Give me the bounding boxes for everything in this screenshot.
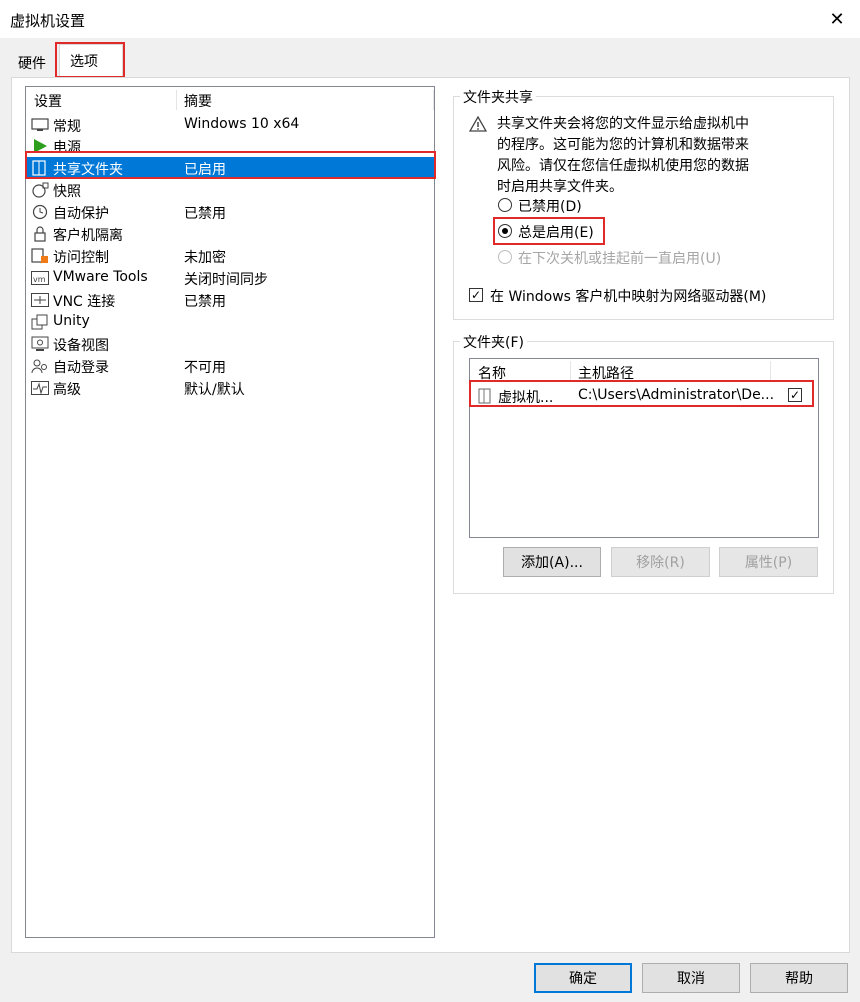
window-title: 虚拟机设置 — [10, 12, 86, 30]
advanced-icon — [31, 380, 49, 396]
lock-icon — [31, 226, 49, 242]
clock-icon — [31, 204, 49, 220]
radio-always-enabled-label[interactable]: 总是启用(E) — [518, 222, 594, 242]
settings-item-power[interactable]: 电源 — [26, 135, 434, 157]
settings-item-summary: Windows 10 x64 — [184, 116, 300, 132]
settings-item-autoprotect[interactable]: 自动保护 已禁用 — [26, 201, 434, 223]
settings-item-snapshot[interactable]: 快照 — [26, 179, 434, 201]
tab-hardware[interactable]: 硬件 — [12, 50, 52, 78]
warning-icon — [468, 115, 488, 136]
column-divider — [570, 361, 571, 381]
settings-item-advanced[interactable]: 高级 默认/默认 — [26, 377, 434, 399]
unity-icon — [31, 314, 49, 330]
settings-item-label: 自动保护 — [53, 206, 109, 222]
column-header-path[interactable]: 主机路径 — [578, 363, 634, 383]
users-icon — [31, 358, 49, 374]
device-view-icon — [31, 336, 49, 352]
settings-item-device-view[interactable]: 设备视图 — [26, 333, 434, 355]
help-button[interactable]: 帮助 — [750, 963, 848, 993]
add-folder-button[interactable]: 添加(A)... — [503, 547, 601, 577]
settings-item-label: VMware Tools — [53, 269, 148, 285]
settings-item-shared-folders[interactable]: 共享文件夹 已启用 — [26, 157, 434, 179]
settings-item-access-control[interactable]: 访问控制 未加密 — [26, 245, 434, 267]
map-drive-label[interactable]: 在 Windows 客户机中映射为网络驱动器(M) — [490, 286, 766, 306]
vm-icon: vm — [31, 270, 49, 286]
column-header-summary[interactable]: 摘要 — [184, 91, 212, 111]
settings-item-vmware-tools[interactable]: vm VMware Tools 关闭时间同步 — [26, 267, 434, 289]
radio-until-poweroff-label[interactable]: 在下次关机或挂起前一直启用(U) — [518, 248, 721, 268]
folder-path: C:\Users\Administrator\De... — [578, 387, 775, 403]
settings-item-label: 常规 — [53, 119, 81, 135]
settings-item-summary: 关闭时间同步 — [184, 272, 268, 288]
settings-item-summary: 默认/默认 — [184, 382, 245, 398]
settings-item-label: 共享文件夹 — [53, 162, 123, 178]
settings-item-label: 快照 — [53, 184, 81, 200]
warning-line: 时启用共享文件夹。 — [497, 179, 623, 195]
cancel-button[interactable]: 取消 — [642, 963, 740, 993]
svg-text:vm: vm — [33, 275, 46, 284]
settings-item-label: Unity — [53, 313, 90, 329]
radio-disabled[interactable] — [498, 198, 512, 212]
column-header-name[interactable]: 名称 — [478, 363, 506, 383]
settings-item-summary: 未加密 — [184, 250, 226, 266]
settings-item-label: 自动登录 — [53, 360, 109, 376]
properties-button[interactable]: 属性(P) — [719, 547, 818, 577]
settings-item-label: 访问控制 — [53, 250, 109, 266]
column-divider — [770, 361, 771, 381]
ok-button[interactable]: 确定 — [534, 963, 632, 993]
close-button[interactable]: ✕ — [822, 6, 852, 32]
folder-enabled-checkbox[interactable]: ✓ — [788, 388, 802, 402]
title-bar — [0, 0, 860, 38]
column-divider — [433, 90, 434, 110]
settings-item-autologin[interactable]: 自动登录 不可用 — [26, 355, 434, 377]
monitor-icon — [31, 117, 49, 133]
access-control-icon — [31, 248, 49, 264]
warning-line: 的程序。这可能为您的计算机和数据带来 — [497, 137, 749, 153]
settings-item-summary: 已禁用 — [184, 294, 226, 310]
radio-disabled-label[interactable]: 已禁用(D) — [518, 196, 582, 216]
folder-row[interactable]: 虚拟机... C:\Users\Administrator\De... ✓ — [472, 384, 816, 408]
settings-item-vnc[interactable]: VNC 连接 已禁用 — [26, 289, 434, 311]
radio-always-enabled[interactable] — [498, 224, 512, 238]
play-icon — [31, 138, 49, 154]
warning-line: 共享文件夹会将您的文件显示给虚拟机中 — [497, 116, 749, 132]
remove-folder-button[interactable]: 移除(R) — [611, 547, 710, 577]
shared-folder-icon — [31, 160, 49, 176]
settings-item-isolation[interactable]: 客户机隔离 — [26, 223, 434, 245]
radio-until-poweroff[interactable] — [498, 250, 512, 264]
settings-item-label: 高级 — [53, 382, 81, 398]
shared-folder-icon — [477, 388, 493, 408]
settings-item-label: 设备视图 — [53, 338, 109, 354]
snapshot-icon — [31, 182, 49, 198]
settings-item-label: 客户机隔离 — [53, 228, 123, 244]
folders-list[interactable]: 名称 主机路径 虚拟机... C:\Users\Administrator\De… — [469, 358, 819, 538]
folders-title: 文件夹(F) — [460, 332, 527, 352]
settings-item-summary: 不可用 — [184, 360, 226, 376]
settings-item-label: 电源 — [53, 140, 81, 156]
settings-list[interactable]: 设置 摘要 常规 Windows 10 x64 电源 共享文件夹 已启用 快照 … — [25, 86, 435, 938]
settings-item-summary: 已启用 — [184, 162, 226, 178]
folder-name: 虚拟机... — [498, 390, 554, 406]
column-header-settings[interactable]: 设置 — [34, 91, 62, 111]
settings-item-unity[interactable]: Unity — [26, 311, 434, 333]
map-drive-checkbox[interactable]: ✓ — [469, 288, 483, 302]
vnc-icon — [31, 292, 49, 308]
settings-item-label: VNC 连接 — [53, 294, 116, 310]
folder-sharing-title: 文件夹共享 — [460, 87, 536, 107]
close-icon: ✕ — [829, 8, 845, 30]
column-divider — [176, 90, 177, 110]
settings-item-summary: 已禁用 — [184, 206, 226, 222]
tab-options[interactable]: 选项 — [59, 44, 123, 78]
warning-line: 风险。请仅在您信任虚拟机使用您的数据 — [497, 158, 749, 174]
settings-item-general[interactable]: 常规 Windows 10 x64 — [26, 114, 434, 136]
warning-text: 共享文件夹会将您的文件显示给虚拟机中 的程序。这可能为您的计算机和数据带来 风险… — [497, 114, 749, 198]
